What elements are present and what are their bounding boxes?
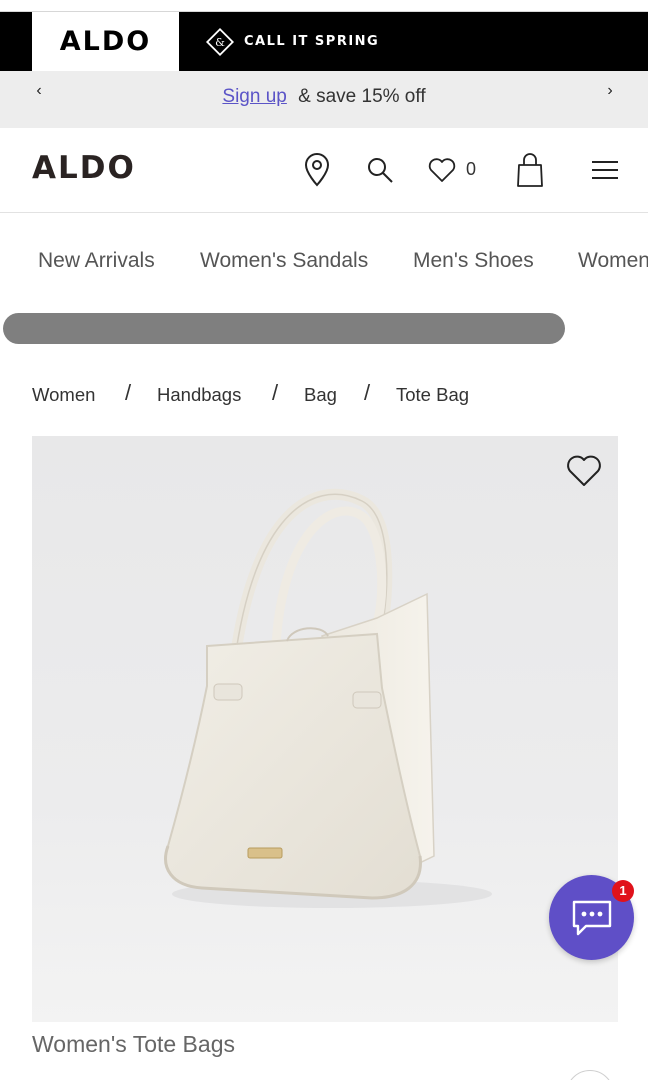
heart-outline-icon bbox=[567, 455, 601, 486]
shopping-bag-icon[interactable] bbox=[513, 150, 547, 190]
breadcrumb: Women / Handbags / Bag / Tote Bag bbox=[32, 380, 632, 410]
product-title[interactable]: Women's Tote Bags bbox=[32, 1031, 235, 1058]
promo-offer-text: & save 15% off bbox=[298, 86, 426, 107]
category-nav: New Arrivals Women's Sandals Men's Shoes… bbox=[0, 213, 648, 309]
nav-item-new-arrivals[interactable]: New Arrivals bbox=[38, 249, 155, 273]
nav-item-womens-sandals[interactable]: Women's Sandals bbox=[200, 249, 368, 273]
tote-bag-illustration bbox=[164, 488, 492, 908]
aldo-brand-logo: ALDO bbox=[59, 26, 152, 57]
promo-bar: ‹ Sign up & save 15% off › bbox=[0, 71, 648, 128]
breadcrumb-separator: / bbox=[125, 380, 132, 405]
nav-item-mens-shoes[interactable]: Men's Shoes bbox=[413, 249, 534, 273]
hamburger-menu-icon[interactable] bbox=[588, 150, 622, 190]
site-logo[interactable]: ALDO bbox=[32, 150, 136, 186]
aldo-brand-tab[interactable]: ALDO bbox=[32, 12, 179, 71]
svg-text:&: & bbox=[215, 36, 225, 49]
breadcrumb-separator: / bbox=[364, 380, 371, 405]
chat-bubble-icon bbox=[572, 900, 611, 935]
breadcrumb-tote-bag: Tote Bag bbox=[396, 384, 470, 405]
chat-notification-badge: 1 bbox=[612, 880, 634, 902]
chevron-right-icon[interactable]: › bbox=[600, 81, 620, 101]
partial-circle-button[interactable] bbox=[566, 1070, 614, 1080]
search-icon[interactable] bbox=[363, 150, 397, 190]
brand-slogan: CALL IT SPRING bbox=[244, 34, 380, 49]
site-header: ALDO 0 bbox=[0, 128, 648, 213]
ampersand-diamond-icon: & bbox=[205, 27, 235, 56]
breadcrumb-women[interactable]: Women bbox=[32, 384, 95, 406]
top-strip bbox=[0, 0, 648, 12]
breadcrumb-bag[interactable]: Bag bbox=[304, 384, 337, 406]
product-image[interactable] bbox=[32, 436, 618, 1022]
nav-scrollbar[interactable] bbox=[3, 313, 565, 344]
add-to-wishlist-button[interactable] bbox=[564, 452, 604, 490]
signup-link[interactable]: Sign up bbox=[222, 86, 286, 107]
breadcrumb-handbags[interactable]: Handbags bbox=[157, 384, 241, 406]
nav-item-women[interactable]: Women bbox=[578, 249, 648, 273]
wishlist-count: 0 bbox=[466, 159, 477, 179]
location-pin-icon[interactable] bbox=[300, 150, 334, 190]
promo-message: Sign up & save 15% off bbox=[0, 86, 648, 108]
breadcrumb-separator: / bbox=[272, 380, 279, 405]
call-it-spring-tab[interactable]: & CALL IT SPRING bbox=[205, 12, 380, 71]
brand-bar: ALDO & CALL IT SPRING bbox=[0, 12, 648, 71]
heart-icon[interactable] bbox=[425, 150, 459, 190]
